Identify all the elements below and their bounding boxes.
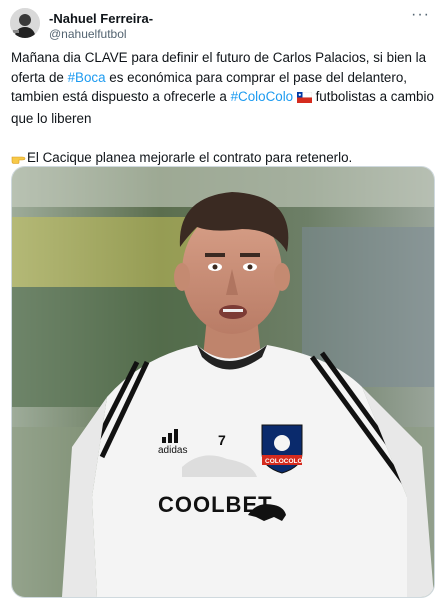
tweet-text-segment: El Cacique planea mejorarle el contrato … (27, 149, 353, 165)
club-badge-label: COLOCOLO (265, 458, 303, 465)
author-handle[interactable]: @nahuelfutbol (49, 27, 127, 41)
tweet-photo[interactable]: adidas 7 COLOCOLO COOLBET (11, 166, 435, 598)
chile-flag-icon (296, 89, 313, 109)
tweet-paragraph-1: Mañana dia CLAVE para definir el futuro … (11, 48, 435, 128)
hashtag-colocolo-link[interactable]: #ColoColo (231, 89, 294, 104)
more-options-icon[interactable]: ··· (411, 6, 430, 24)
tweet-body: Mañana dia CLAVE para definir el futuro … (11, 48, 435, 169)
avatar-image (10, 8, 40, 38)
author-name[interactable]: -Nahuel Ferreira- (49, 11, 153, 26)
shirt-number-label: 7 (218, 432, 226, 448)
avatar[interactable] (10, 8, 40, 38)
football-player-photo: adidas 7 COLOCOLO COOLBET (12, 167, 434, 597)
hashtag-boca-link[interactable]: #Boca (68, 70, 106, 85)
kit-brand-label: adidas (158, 445, 187, 456)
